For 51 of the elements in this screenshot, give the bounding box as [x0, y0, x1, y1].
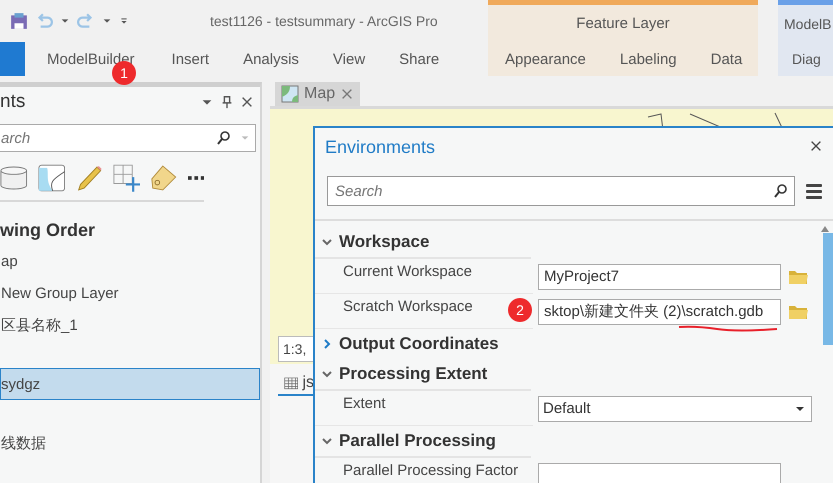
group-label: ModelB	[784, 16, 832, 32]
setting-label: Extent	[315, 391, 533, 426]
scrollbar-thumb[interactable]	[823, 233, 833, 345]
section-header[interactable]: Output Coordinates	[321, 330, 499, 358]
close-icon	[340, 87, 354, 101]
ribbon-tab[interactable]: Labeling	[602, 42, 694, 76]
menu-icon	[805, 182, 823, 200]
layer-item[interactable]: 区县名称_1	[0, 309, 260, 341]
section-heading: wing Order	[0, 220, 96, 241]
ribbon-tab[interactable]	[0, 42, 25, 76]
search-icon	[216, 130, 232, 146]
layer-item[interactable]: sydgz	[0, 368, 260, 400]
path-field[interactable]: MyProject7	[538, 264, 781, 290]
window-title: test1126 - testsummary - ArcGIS Pro	[210, 13, 438, 29]
layer-item[interactable]: 线数据	[0, 427, 260, 459]
ribbon-tab[interactable]: Insert	[154, 42, 226, 76]
extent-dropdown[interactable]: Default	[538, 396, 812, 422]
setting-label: Parallel Processing Factor	[315, 458, 533, 483]
pane-title: nts	[0, 91, 26, 113]
ribbon-tab[interactable]: Diag	[778, 42, 833, 76]
add-grid-icon	[112, 163, 140, 193]
setting-label: Current Workspace	[315, 259, 533, 294]
dialog-title: Environments	[325, 136, 436, 158]
map-icon	[281, 85, 299, 103]
path-field[interactable]: sktop\新建文件夹 (2)\scratch.gdb	[538, 298, 781, 324]
input-field[interactable]	[538, 462, 781, 483]
pin-icon	[220, 95, 234, 109]
section-header[interactable]: Workspace	[321, 228, 430, 256]
layer-item[interactable]: New Group Layer	[0, 277, 260, 309]
close-icon	[809, 139, 823, 153]
close-icon	[240, 95, 254, 109]
step-badge: 2	[508, 298, 532, 322]
scroll-up-icon	[820, 224, 830, 234]
ribbon-tab[interactable]: Data	[694, 42, 760, 76]
search-field[interactable]: Search	[327, 176, 795, 206]
pencil-icon	[75, 163, 102, 193]
group-label: Feature Layer	[576, 15, 670, 32]
ribbon-tab[interactable]: Analysis	[226, 42, 316, 76]
map-icon	[38, 163, 65, 193]
search-field[interactable]: arch	[0, 124, 256, 152]
ribbon-tab[interactable]: Share	[382, 42, 456, 76]
ribbon-tab[interactable]: Appearance	[488, 42, 603, 76]
tag-icon	[150, 163, 178, 193]
more-icon	[188, 176, 204, 180]
section-header[interactable]: Processing Extent	[321, 360, 488, 388]
map-tab[interactable]: Map	[275, 82, 360, 106]
ribbon-tab[interactable]: View	[316, 42, 382, 76]
layer-item[interactable]: ap	[0, 245, 260, 277]
save-icon	[10, 12, 28, 30]
search-icon	[773, 183, 789, 199]
section-header[interactable]: Parallel Processing	[321, 427, 496, 455]
